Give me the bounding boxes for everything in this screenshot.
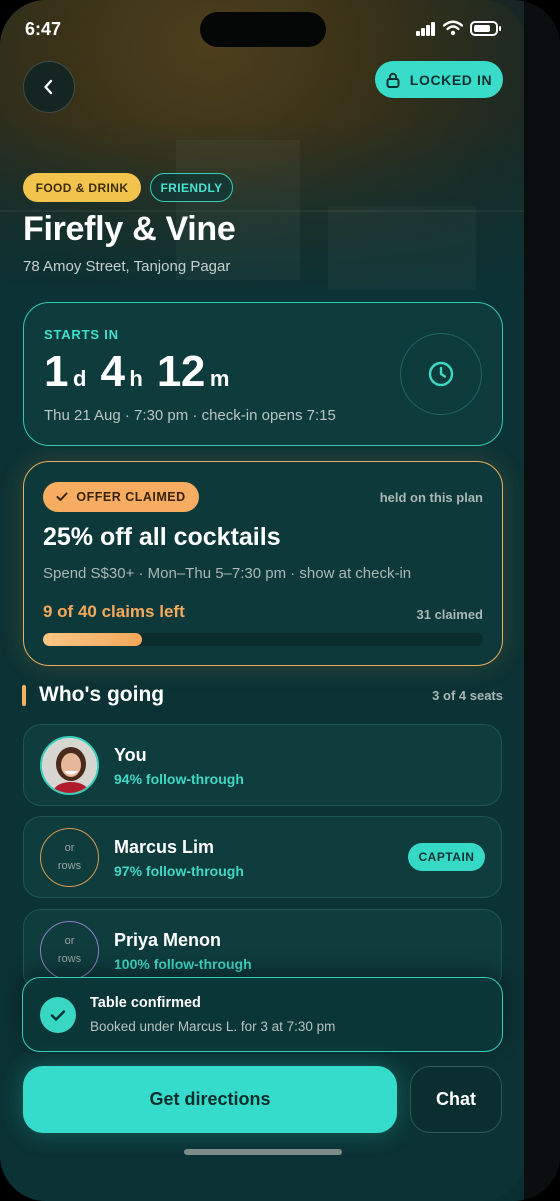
avatar: or rows [40,921,99,980]
locked-in-label: LOCKED IN [409,71,493,88]
phone-edge [524,0,560,1201]
countdown-minutes-unit: m [209,366,230,391]
offer-badge-label: OFFER CLAIMED [76,490,186,504]
status-time: 6:47 [25,19,62,39]
home-indicator[interactable] [184,1149,342,1155]
offer-card[interactable]: OFFER CLAIMED held on this plan 25% off … [23,461,503,666]
table-confirmed-toast[interactable]: Table confirmed Booked under Marcus L. f… [22,977,503,1052]
chat-button[interactable]: Chat [410,1066,502,1133]
claims-progress-fill [43,633,142,646]
member-follow-through: 94% follow-through [114,771,244,787]
signal-icon [416,22,436,36]
battery-icon [470,21,501,36]
claims-left: 9 of 40 claims left [43,602,185,621]
dynamic-island [200,12,326,47]
clock-icon [428,361,454,387]
check-circle-icon [40,997,76,1033]
countdown-minutes: 12 [156,347,205,396]
avatar-alt-text: or [64,934,75,947]
venue-address: 78 Amoy Street, Tanjong Pagar [23,258,231,275]
avatar [40,736,99,795]
phone-frame: 6:47 LOCKED IN FOOD & DRINK FRIENDLY Fir… [0,0,560,1201]
member-name: You [114,745,147,765]
wifi-icon [443,20,463,36]
member-row-you[interactable]: You 94% follow-through [23,724,502,806]
member-row-marcus[interactable]: or rows Marcus Lim 97% follow-through CA… [23,816,502,898]
countdown-timer: 1 d 4 h 12 m [44,347,243,397]
offer-title: 25% off all cocktails [43,523,281,551]
check-icon [50,1009,66,1021]
section-title-whos-going: Who's going [39,683,165,706]
claims-progress-track [43,633,483,646]
check-icon [56,492,68,501]
seats-count: 3 of 4 seats [432,688,503,703]
chevron-left-icon [44,79,53,95]
clock-ring [400,333,482,415]
offer-terms: Spend S$30+ · Mon–Thu 5–7:30 pm · show a… [43,565,412,582]
avatar-alt-text: rows [57,952,82,965]
toast-subtitle: Booked under Marcus L. for 3 at 7:30 pm [90,1019,336,1034]
member-follow-through: 97% follow-through [114,863,244,879]
countdown-days: 1 [44,347,68,396]
get-directions-button[interactable]: Get directions [23,1066,397,1133]
tag-food-drink[interactable]: FOOD & DRINK [23,173,141,202]
avatar-alt-text: or [64,841,75,854]
countdown-hours: 4 [100,347,125,396]
countdown-details: Thu 21 Aug · 7:30 pm · check-in opens 7:… [44,407,336,424]
locked-in-badge[interactable]: LOCKED IN [375,61,503,98]
offer-held-note: held on this plan [379,490,483,505]
captain-badge: CAPTAIN [408,843,485,871]
screen: 6:47 LOCKED IN FOOD & DRINK FRIENDLY Fir… [0,0,526,1201]
tag-friendly[interactable]: FRIENDLY [150,173,233,202]
offer-claimed-badge: OFFER CLAIMED [43,482,199,512]
status-bar: 6:47 [0,0,526,60]
venue-title: Firefly & Vine [23,210,236,248]
countdown-label: STARTS IN [44,327,119,342]
lock-icon [386,72,400,88]
member-name: Priya Menon [114,930,222,950]
countdown-hours-unit: h [129,366,143,391]
back-button[interactable] [23,61,75,113]
toast-title: Table confirmed [90,995,201,1011]
avatar-alt-text: rows [57,859,82,872]
countdown-days-unit: d [72,366,87,391]
section-accent [22,685,26,706]
member-follow-through: 100% follow-through [114,956,252,972]
countdown-card: STARTS IN 1 d 4 h 12 m Thu 21 Aug · 7:30… [23,302,503,446]
claims-claimed: 31 claimed [416,607,484,622]
avatar: or rows [40,828,99,887]
member-name: Marcus Lim [114,837,215,857]
